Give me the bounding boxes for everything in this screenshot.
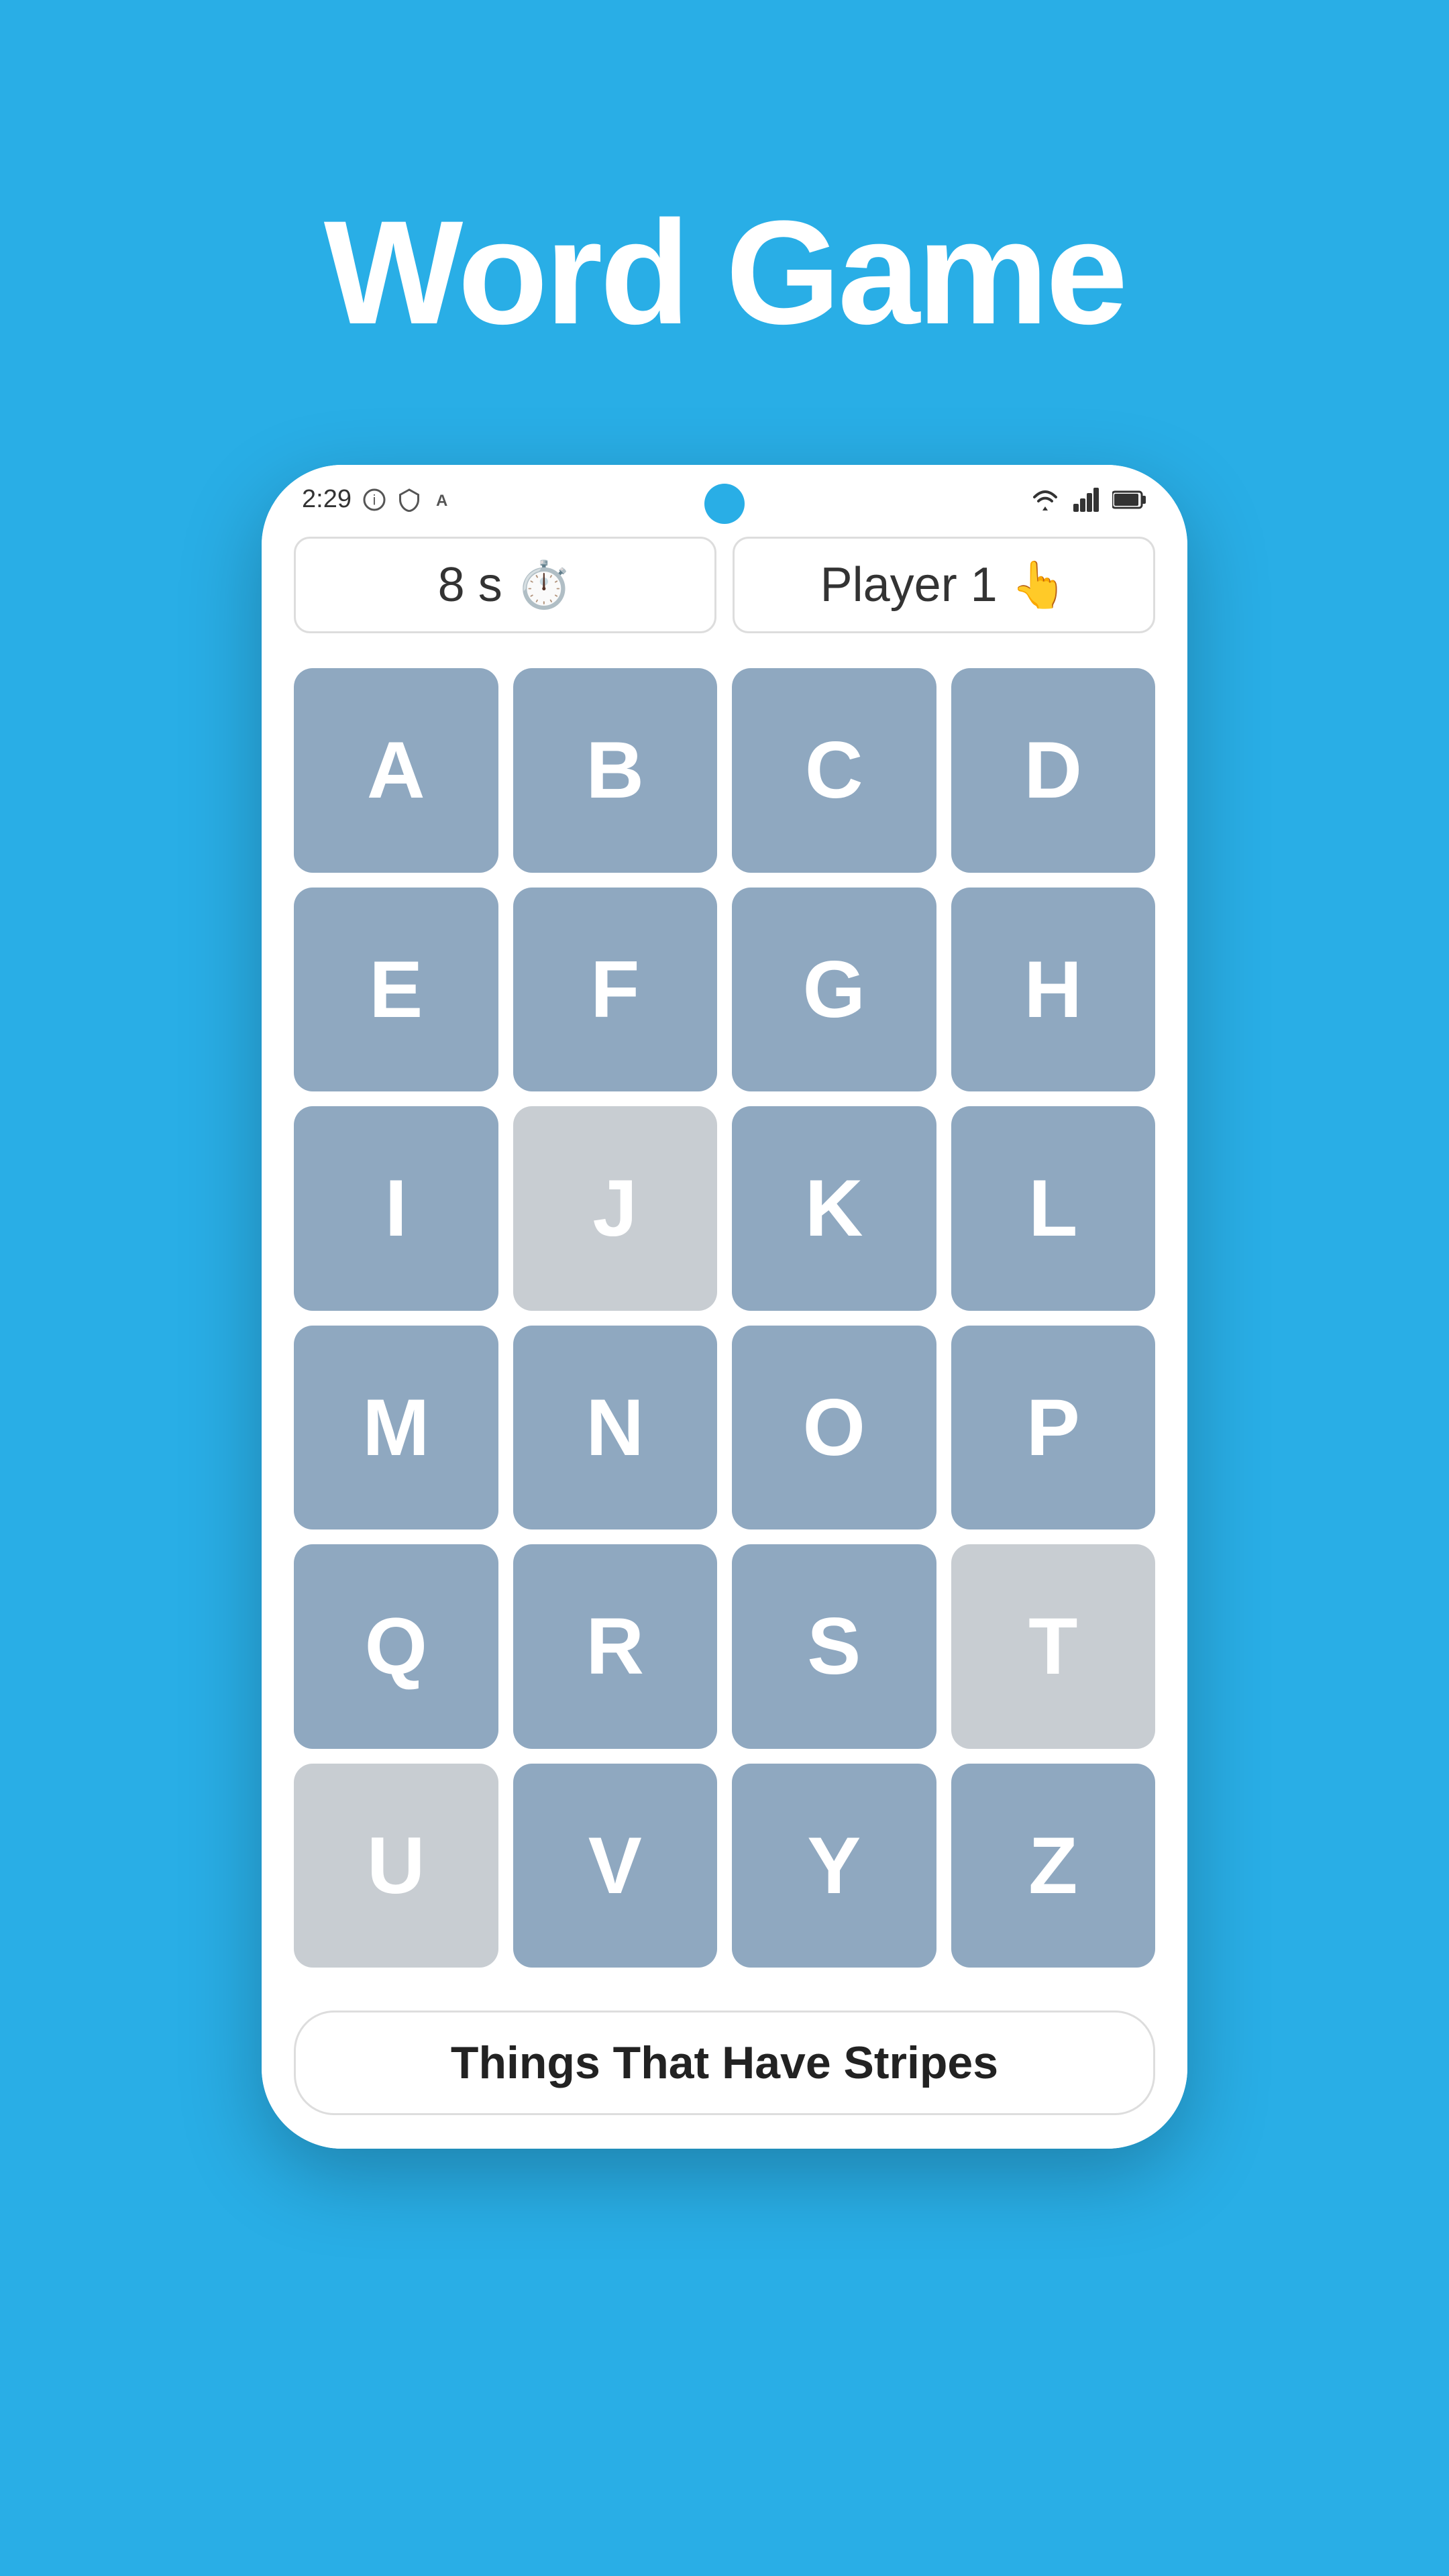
phone-frame: 2:29 i A — [262, 465, 1187, 2149]
letter-btn-p[interactable]: P — [951, 1326, 1156, 1530]
signal-icon — [1073, 488, 1100, 512]
letter-btn-s[interactable]: S — [732, 1544, 936, 1749]
info-icon: i — [362, 488, 386, 512]
a-icon: A — [432, 488, 456, 512]
letter-btn-o[interactable]: O — [732, 1326, 936, 1530]
game-header: 8 s ⏱️ Player 1 👆 — [262, 521, 1187, 655]
letter-btn-b[interactable]: B — [513, 668, 718, 873]
player-icon: 👆 — [1011, 558, 1068, 612]
letter-btn-i[interactable]: I — [294, 1106, 498, 1311]
letter-btn-y[interactable]: Y — [732, 1764, 936, 1968]
letter-btn-r[interactable]: R — [513, 1544, 718, 1749]
category-bar: Things That Have Stripes — [262, 1989, 1187, 2149]
timer-icon: ⏱️ — [516, 558, 573, 612]
letter-btn-d[interactable]: D — [951, 668, 1156, 873]
letter-btn-f[interactable]: F — [513, 888, 718, 1092]
letter-btn-g[interactable]: G — [732, 888, 936, 1092]
battery-icon — [1112, 488, 1147, 512]
shield-icon — [397, 488, 421, 512]
app-title: Word Game — [324, 188, 1126, 358]
letter-btn-z[interactable]: Z — [951, 1764, 1156, 1968]
time-display: 2:29 — [302, 485, 352, 514]
letter-btn-v[interactable]: V — [513, 1764, 718, 1968]
letter-grid: ABCD EFGH IJKL MNOP QRST UVYZ — [262, 655, 1187, 1989]
letter-btn-e[interactable]: E — [294, 888, 498, 1092]
timer-value: 8 s — [438, 557, 502, 612]
player-label: Player 1 — [820, 557, 998, 612]
svg-text:A: A — [436, 492, 447, 510]
letter-btn-l[interactable]: L — [951, 1106, 1156, 1311]
letter-btn-h[interactable]: H — [951, 888, 1156, 1092]
timer-box[interactable]: 8 s ⏱️ — [294, 537, 716, 633]
letter-btn-n[interactable]: N — [513, 1326, 718, 1530]
letter-btn-k[interactable]: K — [732, 1106, 936, 1311]
letter-btn-m[interactable]: M — [294, 1326, 498, 1530]
letter-btn-a[interactable]: A — [294, 668, 498, 873]
letter-btn-u[interactable]: U — [294, 1764, 498, 1968]
svg-text:i: i — [373, 492, 376, 508]
camera-notch — [704, 484, 745, 524]
status-left: 2:29 i A — [302, 485, 456, 514]
letter-btn-c[interactable]: C — [732, 668, 936, 873]
player-box[interactable]: Player 1 👆 — [733, 537, 1155, 633]
letter-btn-q[interactable]: Q — [294, 1544, 498, 1749]
category-text: Things That Have Stripes — [451, 2037, 998, 2089]
letter-btn-t[interactable]: T — [951, 1544, 1156, 1749]
category-box: Things That Have Stripes — [294, 2010, 1155, 2115]
status-right — [1029, 488, 1147, 512]
letter-btn-j[interactable]: J — [513, 1106, 718, 1311]
wifi-icon — [1029, 488, 1061, 512]
